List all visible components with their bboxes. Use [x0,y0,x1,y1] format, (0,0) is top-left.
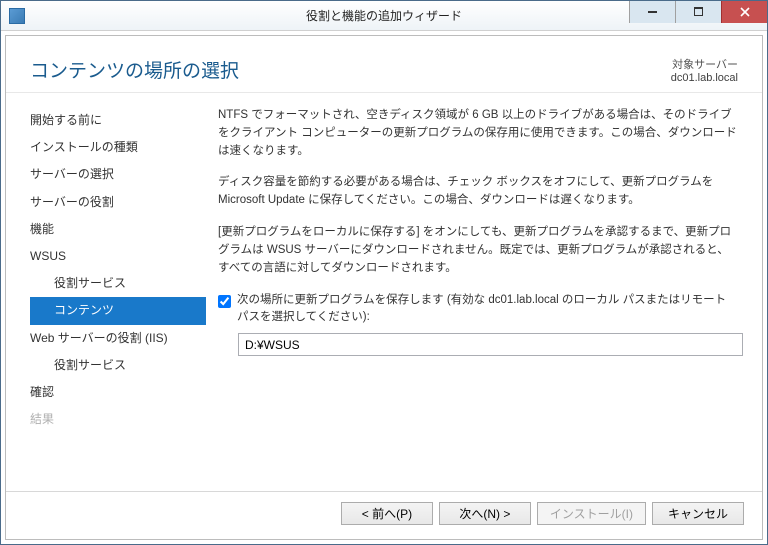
target-server-value: dc01.lab.local [671,72,738,84]
description-para-3: [更新プログラムをローカルに保存する] をオンにしても、更新プログラムを承認する… [218,224,738,277]
sidebar-item-6[interactable]: 役割サービス [30,270,206,297]
next-button[interactable]: 次へ(N) > [439,502,531,525]
window-controls [629,1,767,23]
description-para-2: ディスク容量を節約する必要がある場合は、チェック ボックスをオフにして、更新プロ… [218,174,738,210]
sidebar-item-5[interactable]: WSUS [30,243,206,270]
close-button[interactable] [721,1,767,23]
sidebar-item-11: 結果 [30,406,206,433]
maximize-button[interactable] [675,1,721,23]
sidebar-item-7[interactable]: コンテンツ [30,297,206,324]
store-updates-label[interactable]: 次の場所に更新プログラムを保存します (有効な dc01.lab.local の… [237,292,738,328]
wizard-sidebar: 開始する前にインストールの種類サーバーの選択サーバーの役割機能WSUS役割サービ… [6,107,206,491]
sidebar-item-9[interactable]: 役割サービス [30,352,206,379]
sidebar-item-3[interactable]: サーバーの役割 [30,189,206,216]
target-server-box: 対象サーバー dc01.lab.local [671,56,738,84]
install-button: インストール(I) [537,502,646,525]
wizard-window: 役割と機能の追加ウィザード コンテンツの場所の選択 対象サーバー dc01.la… [0,0,768,545]
button-bar: < 前へ(P) 次へ(N) > インストール(I) キャンセル [6,491,762,539]
window-title: 役割と機能の追加ウィザード [306,7,462,24]
header-area: コンテンツの場所の選択 対象サーバー dc01.lab.local [6,36,762,93]
sidebar-item-1[interactable]: インストールの種類 [30,134,206,161]
content-path-input[interactable] [238,333,743,356]
sidebar-item-2[interactable]: サーバーの選択 [30,161,206,188]
main-panel: NTFS でフォーマットされ、空きディスク領域が 6 GB 以上のドライブがある… [206,107,762,491]
body-area: 開始する前にインストールの種類サーバーの選択サーバーの役割機能WSUS役割サービ… [6,93,762,491]
previous-button[interactable]: < 前へ(P) [341,502,433,525]
content-wrap: コンテンツの場所の選択 対象サーバー dc01.lab.local 開始する前に… [1,31,767,544]
wizard-inner: コンテンツの場所の選択 対象サーバー dc01.lab.local 開始する前に… [5,35,763,540]
page-title: コンテンツの場所の選択 [30,56,239,83]
target-server-label: 対象サーバー [671,56,738,72]
app-icon [9,8,25,24]
sidebar-item-8[interactable]: Web サーバーの役割 (IIS) [30,325,206,352]
minimize-button[interactable] [629,1,675,23]
titlebar: 役割と機能の追加ウィザード [1,1,767,31]
sidebar-item-10[interactable]: 確認 [30,379,206,406]
sidebar-item-4[interactable]: 機能 [30,216,206,243]
store-updates-checkbox-row: 次の場所に更新プログラムを保存します (有効な dc01.lab.local の… [218,292,738,328]
store-updates-checkbox[interactable] [218,295,231,308]
cancel-button[interactable]: キャンセル [652,502,744,525]
sidebar-item-0[interactable]: 開始する前に [30,107,206,134]
description-para-1: NTFS でフォーマットされ、空きディスク領域が 6 GB 以上のドライブがある… [218,107,738,160]
